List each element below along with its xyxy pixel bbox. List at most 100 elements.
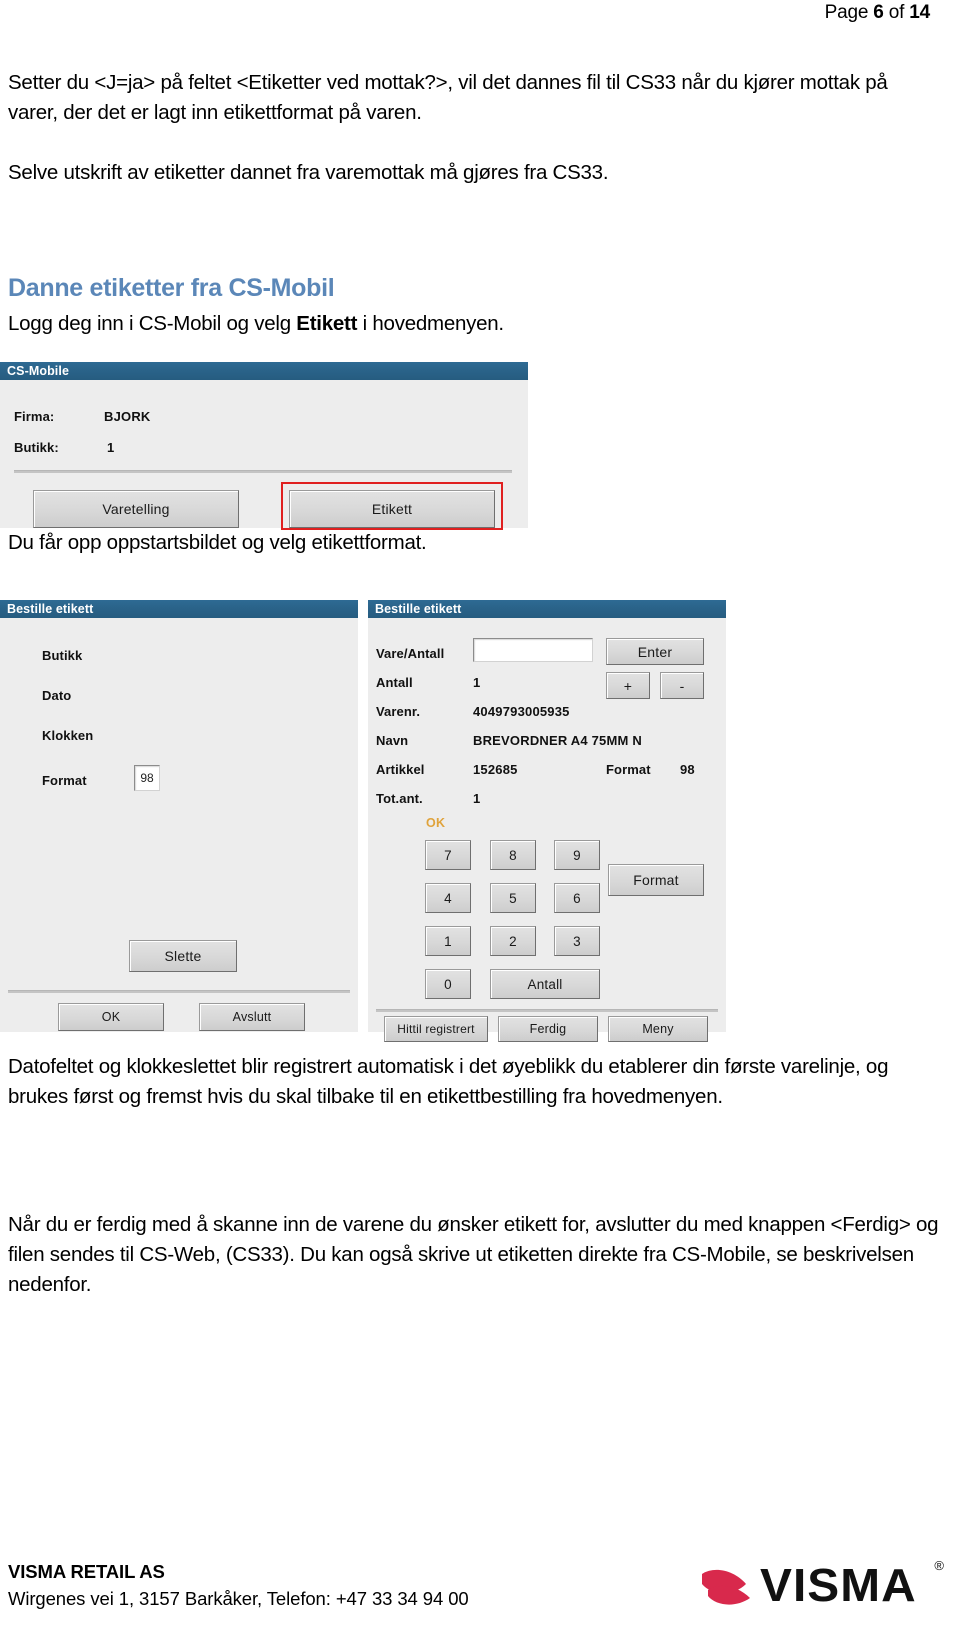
keypad-label-9: 9 bbox=[573, 847, 581, 863]
keypad-button-4[interactable]: 4 bbox=[425, 883, 471, 913]
hittil-registrert-button[interactable]: Hittil registrert bbox=[384, 1016, 488, 1042]
section-block: Danne etiketter fra CS-Mobil Logg deg in… bbox=[8, 272, 928, 339]
section-lead-after: i hovedmenyen. bbox=[357, 312, 504, 335]
visma-wordmark: VISMA bbox=[760, 1559, 917, 1611]
etikett-button-label: Etikett bbox=[371, 501, 413, 517]
keypad-button-7[interactable]: 7 bbox=[425, 840, 471, 870]
keypad-button-1[interactable]: 1 bbox=[425, 926, 471, 956]
keypad-button-8[interactable]: 8 bbox=[490, 840, 536, 870]
left-panel-divider bbox=[8, 990, 350, 993]
page-number: 6 bbox=[873, 2, 884, 23]
enter-button[interactable]: Enter bbox=[606, 638, 704, 665]
ok-status-marker: OK bbox=[426, 816, 446, 830]
right-value-varenr: 4049793005935 bbox=[473, 704, 570, 719]
right-label-antall: Antall bbox=[376, 675, 413, 690]
keypad-label-5: 5 bbox=[509, 890, 517, 906]
right-value-artikkel: 152685 bbox=[473, 762, 518, 777]
intro-paragraph-1: Setter du <J=ja> på feltet <Etiketter ve… bbox=[8, 71, 888, 124]
section-lead-bold: Etikett bbox=[296, 312, 358, 335]
footer-company-block: VISMA RETAIL AS Wirgenes vei 1, 3157 Bar… bbox=[8, 1558, 469, 1612]
right-label-varenr: Varenr. bbox=[376, 704, 421, 719]
document-body: Setter du <J=ja> på feltet <Etiketter ve… bbox=[8, 68, 933, 188]
field-label-butikk: Butikk: bbox=[14, 440, 59, 455]
etikett-button[interactable]: Etikett bbox=[289, 490, 495, 528]
slette-button[interactable]: Slette bbox=[129, 940, 237, 972]
bestille-etikett-right-window: Bestille etikett Vare/Antall Enter Antal… bbox=[368, 600, 726, 1042]
ferdig-button[interactable]: Ferdig bbox=[498, 1016, 598, 1042]
field-value-butikk: 1 bbox=[107, 440, 115, 455]
visma-swoosh-icon bbox=[702, 1569, 750, 1605]
left-avslutt-button-label: Avslutt bbox=[232, 1010, 272, 1024]
plus-button[interactable]: + bbox=[606, 672, 650, 699]
hittil-registrert-label: Hittil registrert bbox=[397, 1022, 475, 1036]
minus-button-label: - bbox=[679, 677, 685, 694]
visma-logo: VISMA ® bbox=[694, 1556, 944, 1614]
minus-button[interactable]: - bbox=[660, 672, 704, 699]
varetelling-button-label: Varetelling bbox=[102, 501, 170, 517]
keypad-label-7: 7 bbox=[444, 847, 452, 863]
left-label-dato: Dato bbox=[42, 688, 72, 703]
section-lead-before: Logg deg inn i CS-Mobil og velg bbox=[8, 312, 297, 335]
varetelling-button[interactable]: Varetelling bbox=[33, 490, 239, 528]
antall-button-label: Antall bbox=[527, 976, 563, 992]
keypad-label-3: 3 bbox=[573, 933, 581, 949]
csmobile-divider bbox=[14, 470, 512, 473]
keypad-label-0: 0 bbox=[444, 976, 452, 992]
keypad-label-4: 4 bbox=[444, 890, 452, 906]
keypad-button-9[interactable]: 9 bbox=[554, 840, 600, 870]
right-value-antall: 1 bbox=[473, 675, 481, 690]
left-avslutt-button[interactable]: Avslutt bbox=[199, 1003, 305, 1031]
csmobile-window: CS-Mobile Firma: BJORK Butikk: 1 Varetel… bbox=[0, 362, 528, 530]
left-label-butikk: Butikk bbox=[42, 648, 83, 663]
right-label-navn: Navn bbox=[376, 733, 409, 748]
left-format-value: 98 bbox=[140, 771, 154, 785]
section-lead: Logg deg inn i CS-Mobil og velg Etikett … bbox=[8, 309, 928, 339]
keypad-button-0[interactable]: 0 bbox=[425, 969, 471, 999]
antall-button[interactable]: Antall bbox=[490, 969, 600, 999]
plus-button-label: + bbox=[623, 677, 633, 694]
keypad-button-3[interactable]: 3 bbox=[554, 926, 600, 956]
right-panel-divider bbox=[376, 1009, 718, 1012]
slette-button-label: Slette bbox=[164, 948, 202, 964]
enter-button-label: Enter bbox=[637, 643, 673, 660]
keypad-label-2: 2 bbox=[509, 933, 517, 949]
caption-text: Du får opp oppstartsbildet og velg etike… bbox=[8, 531, 427, 554]
page-footer: VISMA RETAIL AS Wirgenes vei 1, 3157 Bar… bbox=[8, 1556, 952, 1618]
vare-antall-input[interactable] bbox=[473, 638, 593, 662]
caption-block: Du får opp oppstartsbildet og velg etike… bbox=[8, 528, 928, 558]
page-header-middle: of bbox=[883, 2, 910, 23]
format-button[interactable]: Format bbox=[608, 864, 704, 896]
right-label-tot-ant: Tot.ant. bbox=[376, 791, 423, 806]
keypad-label-8: 8 bbox=[509, 847, 517, 863]
outro-paragraph-1: Datofeltet og klokkeslettet blir registr… bbox=[8, 1055, 889, 1108]
ferdig-button-label: Ferdig bbox=[529, 1022, 567, 1036]
left-format-input[interactable]: 98 bbox=[134, 765, 160, 791]
footer-company-name: VISMA RETAIL AS bbox=[8, 1561, 165, 1582]
page-header: Page 6 of 14 bbox=[0, 0, 931, 26]
right-value-format: 98 bbox=[680, 762, 695, 777]
left-label-klokken: Klokken bbox=[42, 728, 94, 743]
right-panel-body: Vare/Antall Enter Antall 1 + - Varenr. 4… bbox=[368, 618, 726, 1042]
left-ok-button[interactable]: OK bbox=[58, 1003, 164, 1031]
page-header-prefix: Page bbox=[824, 2, 874, 23]
outro-block-1: Datofeltet og klokkeslettet blir registr… bbox=[8, 1052, 933, 1112]
section-heading: Danne etiketter fra CS-Mobil bbox=[8, 274, 335, 302]
keypad-button-5[interactable]: 5 bbox=[490, 883, 536, 913]
left-label-format: Format bbox=[42, 773, 87, 788]
right-label-artikkel: Artikkel bbox=[376, 762, 425, 777]
bestille-etikett-left-window: Bestille etikett Butikk Dato Klokken For… bbox=[0, 600, 358, 1032]
outro-paragraph-2: Når du er ferdig med å skanne inn de var… bbox=[8, 1213, 939, 1296]
keypad-label-6: 6 bbox=[573, 890, 581, 906]
keypad-button-2[interactable]: 2 bbox=[490, 926, 536, 956]
field-label-firma: Firma: bbox=[14, 409, 55, 424]
right-label-format: Format bbox=[606, 762, 651, 777]
format-button-label: Format bbox=[633, 872, 679, 888]
right-panel-title-bar: Bestille etikett bbox=[368, 600, 726, 618]
field-value-firma: BJORK bbox=[104, 409, 151, 424]
meny-button[interactable]: Meny bbox=[608, 1016, 708, 1042]
visma-registered-mark: ® bbox=[934, 1558, 944, 1573]
keypad-button-6[interactable]: 6 bbox=[554, 883, 600, 913]
left-panel-body: Butikk Dato Klokken Format 98 Slette OK … bbox=[0, 618, 358, 1032]
outro-block-2: Når du er ferdig med å skanne inn de var… bbox=[8, 1210, 944, 1300]
csmobile-title-bar: CS-Mobile bbox=[0, 362, 528, 380]
